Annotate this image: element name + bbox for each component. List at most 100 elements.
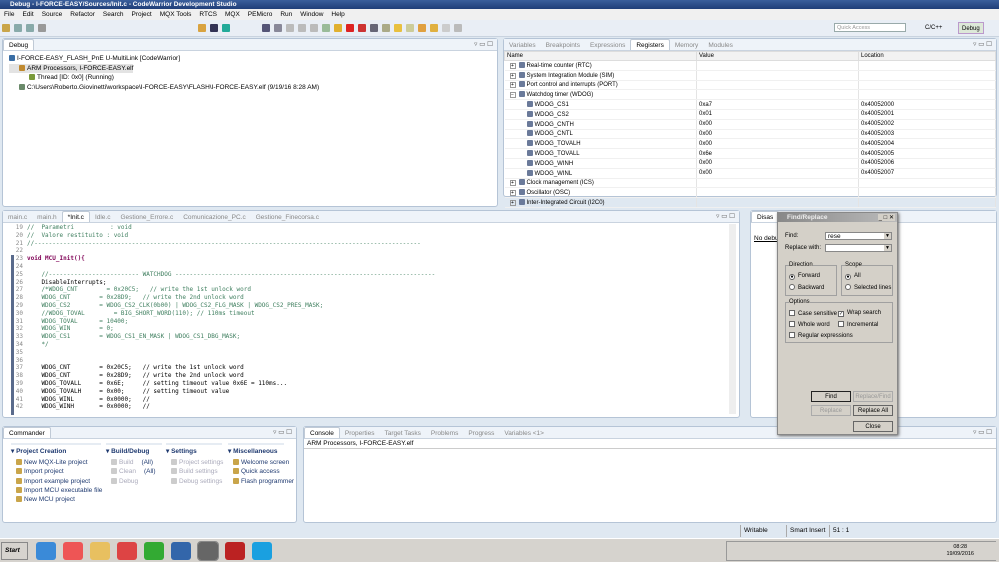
register-row[interactable]: WDOG_TOVALH 0x00 0x40052004	[504, 138, 996, 150]
register-row[interactable]: + System Integration Module (SIM)	[504, 70, 996, 81]
menu-window[interactable]: Window	[299, 11, 324, 18]
toolbar-icon[interactable]	[2, 24, 10, 32]
tab-idle-c[interactable]: Idle.c	[90, 212, 116, 222]
code-line[interactable]: 25 //------------------------- WATCHDOG …	[3, 271, 739, 279]
toolbar-icon[interactable]	[274, 24, 282, 32]
taskbar-chrome-icon[interactable]	[117, 542, 137, 560]
taskbar-remote-icon[interactable]	[171, 542, 191, 560]
tab-expressions[interactable]: Expressions	[585, 40, 630, 50]
toolbar-icon[interactable]	[442, 24, 450, 32]
radio-selected-lines[interactable]: Selected lines	[845, 284, 891, 291]
expand-icon[interactable]: +	[509, 62, 516, 69]
toolbar-icon[interactable]	[14, 24, 22, 32]
tab-memory[interactable]: Memory	[670, 40, 703, 50]
register-value[interactable]	[696, 80, 859, 91]
commander-section-title[interactable]: ▾ Build/Debug	[106, 443, 162, 455]
register-value[interactable]: 0x00	[696, 138, 859, 150]
menu-project[interactable]: Project	[130, 11, 152, 18]
commander-section-title[interactable]: ▾ Miscellaneous	[228, 443, 284, 455]
register-value[interactable]	[696, 60, 859, 71]
register-row[interactable]: WDOG_WINL 0x00 0x40052007	[504, 168, 996, 179]
perspective-debug[interactable]: Debug	[958, 22, 984, 34]
commander-section-title[interactable]: ▾ Project Creation	[11, 443, 101, 455]
register-value[interactable]	[696, 197, 859, 208]
replace-find-button[interactable]: Replace/Find	[853, 391, 893, 402]
tab-commander[interactable]: Commander	[3, 427, 51, 438]
toolbar-icon[interactable]	[210, 24, 218, 32]
code-line[interactable]: 36	[3, 357, 739, 365]
tab-variables-1-[interactable]: Variables <1>	[499, 428, 549, 438]
editor-scrollbar[interactable]	[729, 224, 736, 414]
tab-breakpoints[interactable]: Breakpoints	[541, 40, 585, 50]
toolbar-icon[interactable]	[286, 24, 294, 32]
debug-tree-item[interactable]: C:\Users\Roberto.Giovinetti\workspace\I-…	[9, 83, 491, 93]
toolbar-icon[interactable]	[334, 24, 342, 32]
tab-main-c[interactable]: main.c	[3, 212, 32, 222]
commander-item[interactable]: Quick access	[228, 467, 284, 476]
radio-all[interactable]: ● All	[845, 273, 861, 280]
taskbar-ie-icon[interactable]	[36, 542, 56, 560]
expand-icon[interactable]: +	[509, 190, 516, 197]
code-line[interactable]: 26 DisableInterrupts;	[3, 279, 739, 287]
taskbar-explorer-icon[interactable]	[90, 542, 110, 560]
find-button[interactable]: Find	[811, 391, 851, 402]
commander-item[interactable]: Build (All)	[106, 458, 162, 467]
toolbar-icon[interactable]	[382, 24, 390, 32]
menu-mqx[interactable]: MQX	[224, 11, 241, 18]
menu-run[interactable]: Run	[279, 11, 293, 18]
toolbar-icon[interactable]	[370, 24, 378, 32]
register-row[interactable]: + Inter-Integrated Circuit (I2C0)	[504, 197, 996, 208]
taskbar-apps-icon[interactable]	[63, 542, 83, 560]
toolbar-icon[interactable]	[430, 24, 438, 32]
code-line[interactable]: 42 WDOG_WINH = 0x0000; //	[3, 403, 739, 411]
menu-pemicro[interactable]: PEMicro	[247, 11, 274, 18]
register-value[interactable]	[696, 89, 859, 101]
tab-modules[interactable]: Modules	[703, 40, 738, 50]
chevron-down-icon[interactable]: ▼	[884, 233, 891, 239]
tab-disassembly[interactable]: Disas	[751, 211, 780, 222]
register-row[interactable]: + Port control and interrupts (PORT)	[504, 80, 996, 91]
code-line[interactable]: 28 WDOG_CNT = 0x28D9; // write the 2nd u…	[3, 294, 739, 302]
toolbar-icon[interactable]	[298, 24, 306, 32]
checkbox-wrap-search[interactable]: ✓ Wrap search	[838, 310, 881, 317]
taskbar-acrobat-icon[interactable]	[225, 542, 245, 560]
tab-properties[interactable]: Properties	[340, 428, 380, 438]
code-line[interactable]: 38 WDOG_CNT = 0x28D9; // write the 2nd u…	[3, 372, 739, 380]
toolbar-icon[interactable]	[454, 24, 462, 32]
code-line[interactable]: 19 // Parametri : void	[3, 224, 739, 232]
register-value[interactable]: 0x00	[696, 119, 859, 130]
commander-item[interactable]: Import example project	[11, 477, 101, 486]
perspective-cpp[interactable]: C/C++	[922, 22, 945, 34]
column-name[interactable]: Name	[504, 51, 697, 61]
register-value[interactable]	[696, 178, 859, 189]
toolbar-icon[interactable]	[262, 24, 270, 32]
toolbar-icon[interactable]	[222, 24, 230, 32]
expand-icon[interactable]: +	[509, 72, 516, 79]
register-value[interactable]: 0xa7	[696, 99, 859, 110]
close-icon[interactable]: _ □ ✕	[877, 214, 895, 221]
register-row[interactable]: WDOG_TOVALL 0x6e 0x40052005	[504, 148, 996, 159]
code-line[interactable]: 24	[3, 263, 739, 271]
view-controls[interactable]: ▿ ▭ ☐	[716, 211, 735, 222]
expand-icon[interactable]: +	[509, 200, 516, 207]
clock-date[interactable]: 19/09/2016	[946, 551, 974, 558]
tab-registers[interactable]: Registers	[630, 39, 670, 50]
commander-item[interactable]: Import MCU executable file	[11, 486, 102, 495]
menu-mqx-tools[interactable]: MQX Tools	[159, 11, 193, 18]
tab-problems[interactable]: Problems	[426, 428, 463, 438]
expand-icon[interactable]: +	[509, 82, 516, 89]
toolbar-icon[interactable]	[38, 24, 46, 32]
tab-debug[interactable]: Debug	[3, 39, 35, 50]
register-row[interactable]: − Watchdog timer (WDOG)	[504, 89, 996, 101]
commander-section-title[interactable]: ▾ Settings	[166, 443, 222, 455]
code-line[interactable]: 37 WDOG_CNT = 0x20C5; // write the 1st u…	[3, 364, 739, 372]
replace-all-button[interactable]: Replace All	[853, 405, 893, 416]
register-row[interactable]: WDOG_CS1 0xa7 0x40052000	[504, 99, 996, 110]
register-value[interactable]: 0x01	[696, 109, 859, 120]
commander-item[interactable]: Import project	[11, 467, 101, 476]
register-row[interactable]: WDOG_CNTH 0x00 0x40052002	[504, 119, 996, 130]
toolbar-icon[interactable]	[346, 24, 354, 32]
checkbox-whole-word[interactable]: Whole word	[789, 321, 830, 328]
tab--init-c[interactable]: *Init.c	[61, 211, 90, 222]
menu-search[interactable]: Search	[102, 11, 125, 18]
